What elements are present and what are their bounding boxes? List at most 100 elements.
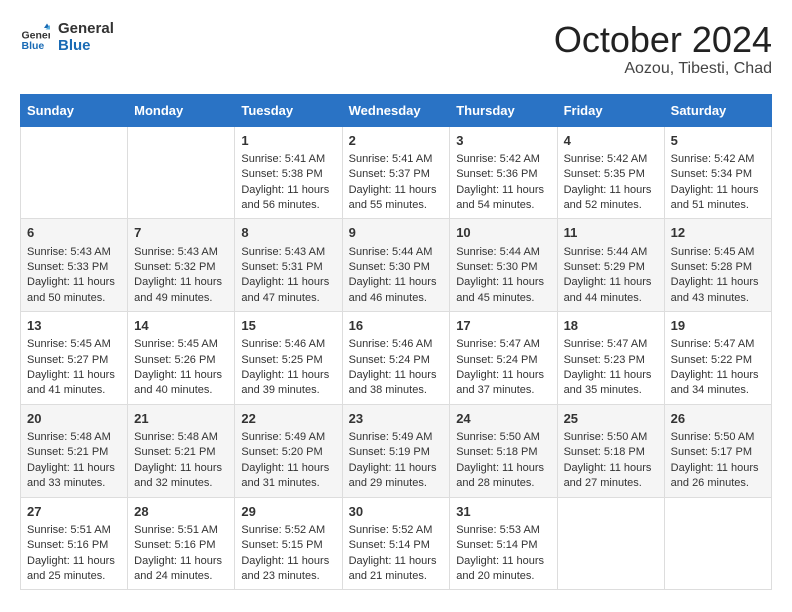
calendar-empty-cell [21, 126, 128, 219]
day-number: 8 [241, 224, 335, 242]
day-info: Sunrise: 5:46 AMSunset: 5:24 PMDaylight:… [349, 337, 444, 399]
calendar-day-5: 5 Sunrise: 5:42 AMSunset: 5:34 PMDaylight… [664, 126, 771, 219]
calendar-day-19: 19 Sunrise: 5:47 AMSunset: 5:22 PMDayligh… [664, 312, 771, 405]
day-info: Sunrise: 5:45 AMSunset: 5:26 PMDaylight:… [134, 337, 228, 399]
calendar-day-13: 13 Sunrise: 5:45 AMSunset: 5:27 PMDayligh… [21, 312, 128, 405]
day-info: Sunrise: 5:44 AMSunset: 5:29 PMDaylight:… [564, 245, 658, 307]
calendar-day-29: 29Sunrise: 5:52 AMSunset: 5:15 PMDayligh… [235, 497, 342, 590]
day-number: 30 [349, 503, 444, 521]
day-info: Sunrise: 5:42 AMSunset: 5:35 PMDaylight:… [564, 152, 658, 214]
day-info: Sunrise: 5:41 AMSunset: 5:38 PMDaylight:… [241, 152, 335, 214]
calendar-day-28: 28 Sunrise: 5:51 AMSunset: 5:16 PMDayligh… [128, 497, 235, 590]
calendar-week-row: 6Sunrise: 5:43 AMSunset: 5:33 PMDaylight… [21, 219, 772, 312]
calendar-day-1: 1 Sunrise: 5:41 AMSunset: 5:38 PMDaylight… [235, 126, 342, 219]
calendar-day-23: 23 Sunrise: 5:49 AMSunset: 5:19 PMDayligh… [342, 404, 450, 497]
col-header-sunday: Sunday [21, 94, 128, 126]
day-info: Sunrise: 5:47 AMSunset: 5:24 PMDaylight:… [456, 337, 550, 399]
day-number: 2 [349, 132, 444, 150]
location-title: Aozou, Tibesti, Chad [554, 60, 772, 78]
calendar-day-12: 12Sunrise: 5:45 AMSunset: 5:28 PMDayligh… [664, 219, 771, 312]
calendar-day-15: 15 Sunrise: 5:46 AMSunset: 5:25 PMDayligh… [235, 312, 342, 405]
day-number: 3 [456, 132, 550, 150]
day-info: Sunrise: 5:41 AMSunset: 5:37 PMDaylight:… [349, 152, 444, 214]
day-number: 7 [134, 224, 228, 242]
day-info: Sunrise: 5:48 AMSunset: 5:21 PMDaylight:… [27, 430, 121, 492]
day-info: Sunrise: 5:51 AMSunset: 5:16 PMDaylight:… [134, 523, 228, 585]
calendar-header-row: SundayMondayTuesdayWednesdayThursdayFrid… [21, 94, 772, 126]
day-info: Sunrise: 5:47 AMSunset: 5:22 PMDaylight:… [671, 337, 765, 399]
day-number: 1 [241, 132, 335, 150]
calendar-empty-cell [664, 497, 771, 590]
day-number: 29 [241, 503, 335, 521]
day-info: Sunrise: 5:42 AMSunset: 5:34 PMDaylight:… [671, 152, 765, 214]
title-block: October 2024 Aozou, Tibesti, Chad [554, 20, 772, 78]
day-number: 23 [349, 410, 444, 428]
calendar-day-11: 11 Sunrise: 5:44 AMSunset: 5:29 PMDayligh… [557, 219, 664, 312]
day-info: Sunrise: 5:44 AMSunset: 5:30 PMDaylight:… [456, 245, 550, 307]
day-info: Sunrise: 5:45 AMSunset: 5:27 PMDaylight:… [27, 337, 121, 399]
day-info: Sunrise: 5:53 AMSunset: 5:14 PMDaylight:… [456, 523, 550, 585]
day-info: Sunrise: 5:49 AMSunset: 5:19 PMDaylight:… [349, 430, 444, 492]
col-header-saturday: Saturday [664, 94, 771, 126]
day-number: 15 [241, 317, 335, 335]
day-info: Sunrise: 5:44 AMSunset: 5:30 PMDaylight:… [349, 245, 444, 307]
logo-blue: Blue [58, 37, 114, 54]
calendar-day-20: 20 Sunrise: 5:48 AMSunset: 5:21 PMDayligh… [21, 404, 128, 497]
logo-general: General [58, 20, 114, 37]
calendar-week-row: 1 Sunrise: 5:41 AMSunset: 5:38 PMDaylight… [21, 126, 772, 219]
col-header-monday: Monday [128, 94, 235, 126]
day-info: Sunrise: 5:50 AMSunset: 5:17 PMDaylight:… [671, 430, 765, 492]
day-number: 24 [456, 410, 550, 428]
calendar-day-18: 18Sunrise: 5:47 AMSunset: 5:23 PMDayligh… [557, 312, 664, 405]
day-number: 10 [456, 224, 550, 242]
day-info: Sunrise: 5:48 AMSunset: 5:21 PMDaylight:… [134, 430, 228, 492]
calendar-day-26: 26 Sunrise: 5:50 AMSunset: 5:17 PMDayligh… [664, 404, 771, 497]
day-number: 11 [564, 224, 658, 242]
calendar-table: SundayMondayTuesdayWednesdayThursdayFrid… [20, 94, 772, 591]
day-info: Sunrise: 5:50 AMSunset: 5:18 PMDaylight:… [564, 430, 658, 492]
day-number: 4 [564, 132, 658, 150]
calendar-day-14: 14 Sunrise: 5:45 AMSunset: 5:26 PMDayligh… [128, 312, 235, 405]
calendar-day-10: 10 Sunrise: 5:44 AMSunset: 5:30 PMDayligh… [450, 219, 557, 312]
page-header: General Blue General Blue October 2024 A… [20, 20, 772, 78]
calendar-empty-cell [557, 497, 664, 590]
calendar-day-30: 30Sunrise: 5:52 AMSunset: 5:14 PMDayligh… [342, 497, 450, 590]
calendar-day-7: 7Sunrise: 5:43 AMSunset: 5:32 PMDaylight… [128, 219, 235, 312]
calendar-day-2: 2 Sunrise: 5:41 AMSunset: 5:37 PMDaylight… [342, 126, 450, 219]
col-header-thursday: Thursday [450, 94, 557, 126]
col-header-tuesday: Tuesday [235, 94, 342, 126]
day-number: 19 [671, 317, 765, 335]
logo-icon: General Blue [20, 22, 50, 52]
day-info: Sunrise: 5:50 AMSunset: 5:18 PMDaylight:… [456, 430, 550, 492]
day-number: 17 [456, 317, 550, 335]
day-info: Sunrise: 5:49 AMSunset: 5:20 PMDaylight:… [241, 430, 335, 492]
day-number: 26 [671, 410, 765, 428]
calendar-week-row: 13 Sunrise: 5:45 AMSunset: 5:27 PMDayligh… [21, 312, 772, 405]
day-number: 22 [241, 410, 335, 428]
day-number: 28 [134, 503, 228, 521]
day-number: 6 [27, 224, 121, 242]
calendar-day-27: 27 Sunrise: 5:51 AMSunset: 5:16 PMDayligh… [21, 497, 128, 590]
calendar-day-16: 16Sunrise: 5:46 AMSunset: 5:24 PMDayligh… [342, 312, 450, 405]
day-number: 21 [134, 410, 228, 428]
day-number: 13 [27, 317, 121, 335]
col-header-friday: Friday [557, 94, 664, 126]
calendar-day-3: 3Sunrise: 5:42 AMSunset: 5:36 PMDaylight… [450, 126, 557, 219]
calendar-day-25: 25Sunrise: 5:50 AMSunset: 5:18 PMDayligh… [557, 404, 664, 497]
calendar-day-17: 17 Sunrise: 5:47 AMSunset: 5:24 PMDayligh… [450, 312, 557, 405]
day-number: 5 [671, 132, 765, 150]
day-info: Sunrise: 5:51 AMSunset: 5:16 PMDaylight:… [27, 523, 121, 585]
calendar-day-8: 8Sunrise: 5:43 AMSunset: 5:31 PMDaylight… [235, 219, 342, 312]
calendar-day-9: 9Sunrise: 5:44 AMSunset: 5:30 PMDaylight… [342, 219, 450, 312]
day-number: 20 [27, 410, 121, 428]
calendar-day-6: 6Sunrise: 5:43 AMSunset: 5:33 PMDaylight… [21, 219, 128, 312]
calendar-week-row: 20 Sunrise: 5:48 AMSunset: 5:21 PMDayligh… [21, 404, 772, 497]
month-title: October 2024 [554, 20, 772, 60]
day-number: 31 [456, 503, 550, 521]
calendar-day-22: 22 Sunrise: 5:49 AMSunset: 5:20 PMDayligh… [235, 404, 342, 497]
day-info: Sunrise: 5:46 AMSunset: 5:25 PMDaylight:… [241, 337, 335, 399]
day-number: 27 [27, 503, 121, 521]
calendar-day-24: 24 Sunrise: 5:50 AMSunset: 5:18 PMDayligh… [450, 404, 557, 497]
day-number: 14 [134, 317, 228, 335]
col-header-wednesday: Wednesday [342, 94, 450, 126]
